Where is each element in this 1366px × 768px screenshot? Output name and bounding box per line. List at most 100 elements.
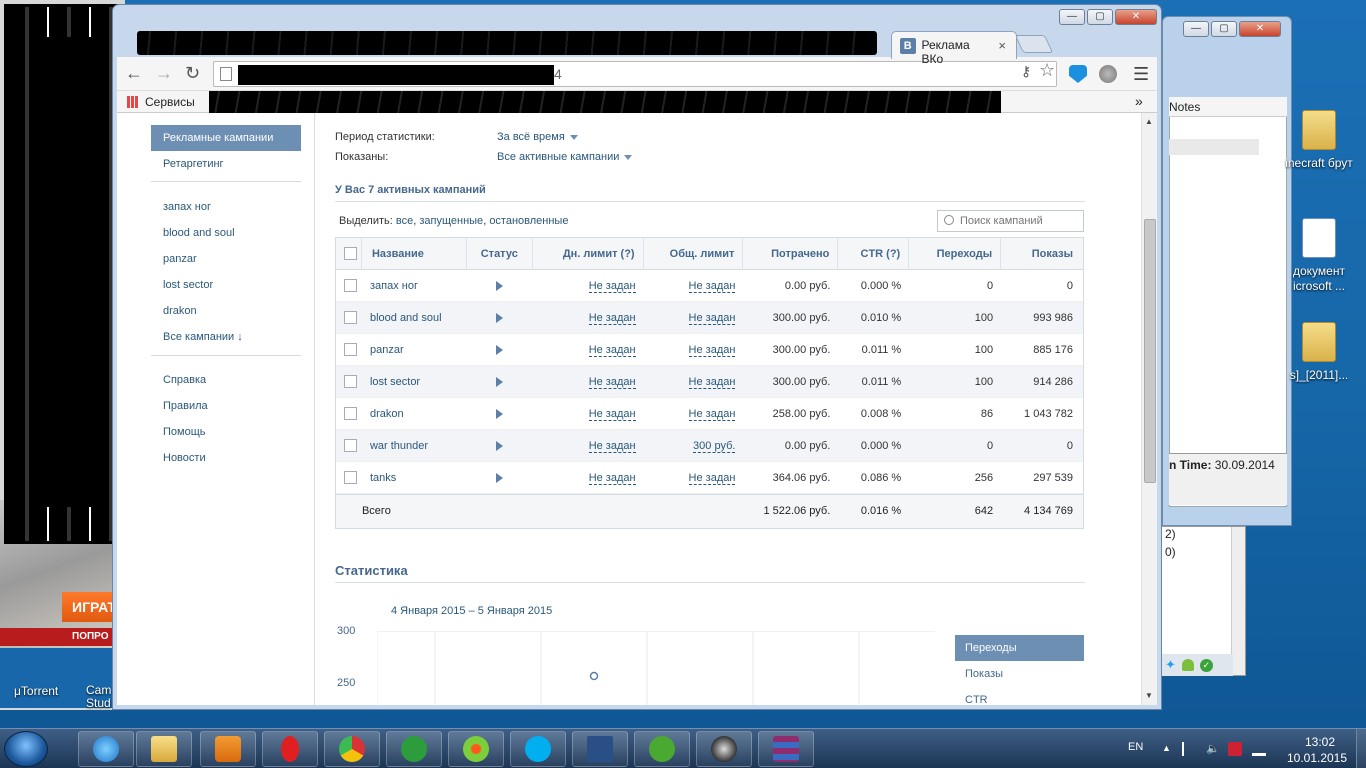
maximize-button[interactable]: ▢ <box>1087 9 1113 25</box>
sidebar-item-campaign[interactable]: panzar <box>151 246 301 272</box>
sidebar-item-campaign[interactable]: запах ног <box>151 194 301 220</box>
column-header-spent[interactable]: Потрачено <box>743 238 839 269</box>
limit-text[interactable]: Не задан <box>588 376 636 389</box>
flag-icon[interactable] <box>1182 742 1196 756</box>
play-icon[interactable] <box>496 345 504 355</box>
taskbar-vpn[interactable] <box>696 731 752 767</box>
play-icon[interactable] <box>496 313 504 323</box>
row-checkbox[interactable] <box>336 462 362 493</box>
row-checkbox[interactable] <box>336 430 362 461</box>
sidebar-item-retargeting[interactable]: Ретаргетинг <box>151 151 301 177</box>
legend-item-ctr[interactable]: CTR <box>955 687 1084 705</box>
table-row[interactable]: blood and soul Не задан Не задан 300.00 руб… <box>336 302 1083 334</box>
total-limit-link[interactable]: Не задан <box>644 462 744 493</box>
tab-vk-ads[interactable]: B Реклама ВКо × <box>891 31 1017 66</box>
row-checkbox[interactable] <box>336 270 362 301</box>
row-checkbox[interactable] <box>336 334 362 365</box>
limit-text[interactable]: Не задан <box>688 280 736 293</box>
taskbar-mail-agent[interactable] <box>386 731 442 767</box>
clock-date[interactable]: 10.01.2015 <box>1286 751 1348 765</box>
taskbar-media-player[interactable] <box>200 731 256 767</box>
table-row[interactable]: tanks Не задан Не задан 364.06 руб. 0.086 % 2… <box>336 462 1083 494</box>
clock-time[interactable]: 13:02 <box>1292 735 1348 749</box>
daily-limit-link[interactable]: Не задан <box>533 430 644 461</box>
row-checkbox[interactable] <box>336 366 362 397</box>
start-button[interactable] <box>4 731 48 767</box>
campaign-name-link[interactable]: panzar <box>362 334 467 365</box>
sidebar-item-ad-campaigns[interactable]: Рекламные кампании <box>151 125 301 151</box>
desktop-icon-folder[interactable]: inecraft брут <box>1284 110 1354 171</box>
daily-limit-link[interactable]: Не задан <box>533 302 644 333</box>
campaign-name-link[interactable]: war thunder <box>362 430 467 461</box>
row-checkbox[interactable] <box>336 302 362 333</box>
column-header-status[interactable]: Статус <box>467 238 533 269</box>
close-button[interactable]: ✕ <box>1239 21 1281 37</box>
taskbar-icq[interactable] <box>448 731 504 767</box>
daily-limit-link[interactable]: Не задан <box>533 334 644 365</box>
daily-limit-link[interactable]: Не задан <box>533 270 644 301</box>
taskbar-chrome[interactable] <box>324 731 380 767</box>
campaign-name-link[interactable]: drakon <box>362 398 467 429</box>
select-stopped-link[interactable]: остановленные <box>489 215 568 227</box>
shown-dropdown[interactable]: Все активные кампании <box>497 151 633 163</box>
key-icon[interactable]: ⚷ <box>1021 63 1031 80</box>
daily-limit-link[interactable]: Не задан <box>533 462 644 493</box>
show-hidden-icons[interactable]: ▲ <box>1162 743 1171 753</box>
limit-text[interactable]: Не задан <box>588 344 636 357</box>
campaign-name-link[interactable]: lost sector <box>362 366 467 397</box>
sidebar-item-rules[interactable]: Правила <box>151 393 301 419</box>
taskbar-save-app[interactable] <box>572 731 628 767</box>
campaign-search-input[interactable]: Поиск кампаний <box>937 210 1084 232</box>
desktop-icon-document[interactable]: документ icrosoft ... <box>1284 218 1354 294</box>
column-header-total-limit[interactable]: Общ. лимит <box>644 238 744 269</box>
table-row[interactable]: lost sector Не задан Не задан 300.00 руб. 0.… <box>336 366 1083 398</box>
twitter-icon[interactable]: ✦ <box>1165 657 1176 673</box>
column-header-ctr[interactable]: CTR (?) <box>838 238 910 269</box>
shield-extension-icon[interactable] <box>1069 65 1087 83</box>
globe-extension-icon[interactable] <box>1099 65 1117 83</box>
close-button[interactable]: ✕ <box>1115 9 1157 25</box>
table-row[interactable]: drakon Не задан Не задан 258.00 руб. 0.008 %… <box>336 398 1083 430</box>
column-header-clicks[interactable]: Переходы <box>909 238 1002 269</box>
campaign-name-link[interactable]: blood and soul <box>362 302 467 333</box>
scroll-up-icon[interactable]: ▲ <box>1145 117 1153 126</box>
apps-shortcut[interactable]: Сервисы <box>127 95 195 109</box>
campaign-name-link[interactable]: tanks <box>362 462 467 493</box>
taskbar-opera[interactable] <box>262 731 318 767</box>
taskbar-ie[interactable] <box>78 731 134 767</box>
campaign-name-link[interactable]: запах ног <box>362 270 467 301</box>
limit-text[interactable]: Не задан <box>588 280 636 293</box>
limit-text[interactable]: Не задан <box>688 344 736 357</box>
stats-date-range[interactable]: 4 Января 2015 – 5 Января 2015 <box>391 605 552 617</box>
play-icon[interactable] <box>496 281 504 291</box>
notes-column-header[interactable]: Notes <box>1169 97 1287 117</box>
limit-text[interactable]: Не задан <box>588 472 636 485</box>
limit-text[interactable]: Не задан <box>688 408 736 421</box>
table-row[interactable]: panzar Не задан Не задан 300.00 руб. 0.011 %… <box>336 334 1083 366</box>
back-window-row[interactable] <box>1169 139 1259 155</box>
scroll-down-icon[interactable]: ▼ <box>1145 691 1153 700</box>
status-play-icon[interactable] <box>467 398 533 429</box>
play-icon[interactable] <box>496 377 504 387</box>
column-header-impressions[interactable]: Показы <box>1001 238 1083 269</box>
status-play-icon[interactable] <box>467 270 533 301</box>
sidebar-item-news[interactable]: Новости <box>151 445 301 471</box>
daily-limit-link[interactable]: Не задан <box>533 366 644 397</box>
menu-icon[interactable]: ☰ <box>1133 64 1149 85</box>
status-play-icon[interactable] <box>467 302 533 333</box>
reload-icon[interactable]: ↻ <box>185 63 200 84</box>
limit-text[interactable]: Не задан <box>688 376 736 389</box>
close-tab-icon[interactable]: × <box>998 38 1006 59</box>
play-icon[interactable] <box>496 473 504 483</box>
total-limit-link[interactable]: Не задан <box>644 302 744 333</box>
page-scrollbar[interactable]: ▲ ▼ <box>1141 113 1157 705</box>
taskbar-winrar[interactable] <box>758 731 814 767</box>
limit-text[interactable]: Не задан <box>588 312 636 325</box>
row-checkbox[interactable] <box>336 398 362 429</box>
android-icon[interactable] <box>1181 659 1194 671</box>
column-header-daily-limit[interactable]: Дн. лимит (?) <box>533 238 644 269</box>
select-running-link[interactable]: запущенные <box>419 215 483 227</box>
play-icon[interactable] <box>496 409 504 419</box>
sidebar-item-support[interactable]: Помощь <box>151 419 301 445</box>
volume-icon[interactable]: 🔈 <box>1206 742 1220 756</box>
